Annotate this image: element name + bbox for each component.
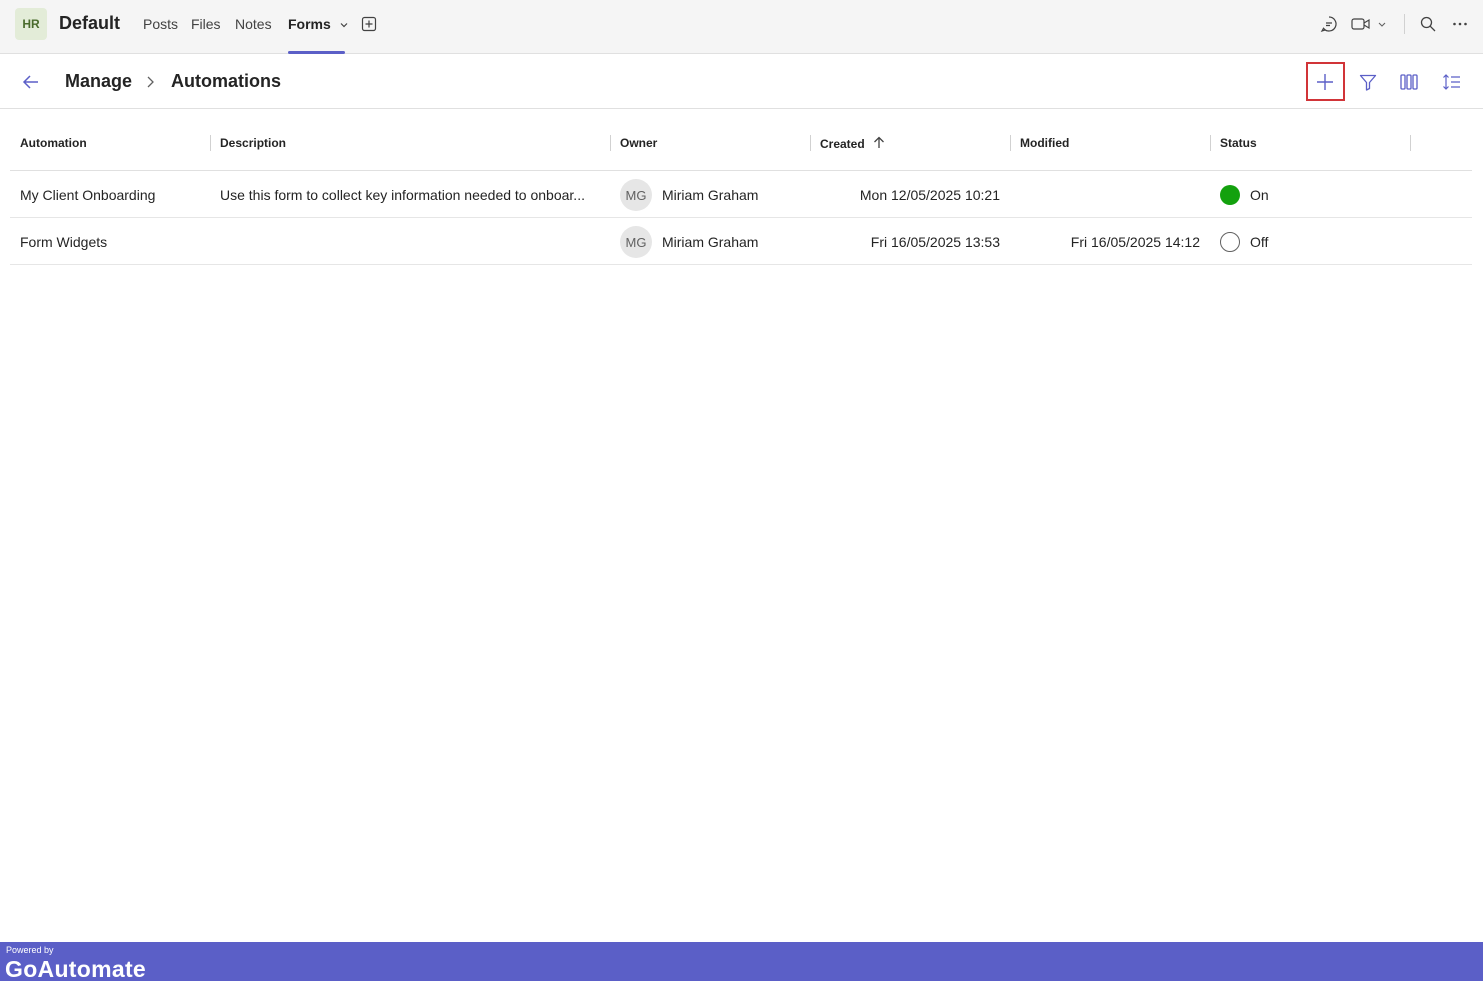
table-row[interactable]: Form Widgets MG Miriam Graham Fri 16/05/… [10, 218, 1472, 265]
tab-posts[interactable]: Posts [143, 16, 178, 54]
automations-table: Automation Description Owner Created Mod… [10, 118, 1472, 265]
table-header: Automation Description Owner Created Mod… [10, 118, 1472, 171]
filter-icon[interactable] [1356, 70, 1380, 94]
avatar: MG [620, 179, 652, 211]
video-call-icon[interactable] [1350, 14, 1390, 34]
owner-name: Miriam Graham [662, 234, 759, 250]
toolbar-divider [1404, 14, 1405, 34]
breadcrumb-manage[interactable]: Manage [65, 71, 132, 92]
more-options-icon[interactable] [1450, 14, 1470, 34]
column-header-modified[interactable]: Modified [1020, 136, 1069, 150]
automation-name[interactable]: Form Widgets [20, 234, 107, 250]
column-header-status[interactable]: Status [1220, 136, 1257, 150]
chevron-down-icon [340, 23, 348, 28]
add-tab-icon[interactable] [360, 15, 378, 33]
automation-name[interactable]: My Client Onboarding [20, 187, 155, 203]
goautomate-logo[interactable]: GoAutomate [5, 956, 146, 981]
column-header-owner[interactable]: Owner [620, 136, 657, 150]
sort-ascending-icon [874, 136, 884, 148]
owner-name: Miriam Graham [662, 187, 759, 203]
column-header-created-label: Created [820, 137, 865, 151]
back-arrow-icon[interactable] [20, 71, 42, 93]
column-divider[interactable] [1010, 135, 1011, 151]
powered-by-label: Powered by [6, 945, 54, 955]
active-tab-indicator [288, 51, 345, 54]
teams-top-bar: HR Default Posts Files Notes Forms [0, 0, 1483, 54]
column-header-automation[interactable]: Automation [20, 136, 87, 150]
modified-date: Fri 16/05/2025 14:12 [1070, 234, 1200, 250]
status-off-indicator [1220, 232, 1240, 252]
column-header-created[interactable]: Created [820, 136, 885, 151]
created-date: Mon 12/05/2025 10:21 [859, 187, 1000, 203]
add-icon[interactable] [1312, 69, 1338, 95]
tab-forms-label: Forms [288, 16, 331, 32]
column-divider[interactable] [1410, 135, 1411, 151]
avatar: MG [620, 226, 652, 258]
page-title: Automations [171, 71, 281, 91]
tab-files[interactable]: Files [191, 16, 221, 54]
columns-icon[interactable] [1397, 70, 1421, 94]
team-avatar[interactable]: HR [15, 8, 47, 40]
automation-description: Use this form to collect key information… [220, 187, 585, 203]
column-divider[interactable] [1210, 135, 1211, 151]
column-divider[interactable] [810, 135, 811, 151]
footer-banner: Powered by GoAutomate [0, 942, 1483, 981]
status-label: Off [1250, 234, 1269, 250]
status-label: On [1250, 187, 1269, 203]
chat-icon[interactable] [1319, 14, 1339, 34]
table-row[interactable]: My Client Onboarding Use this form to co… [10, 171, 1472, 218]
team-name[interactable]: Default [59, 13, 120, 34]
column-divider[interactable] [210, 135, 211, 151]
column-divider[interactable] [610, 135, 611, 151]
created-date: Fri 16/05/2025 13:53 [870, 234, 1000, 250]
sort-icon[interactable] [1440, 70, 1464, 94]
page-header: Manage Automations [0, 55, 1483, 109]
tab-forms[interactable]: Forms [288, 16, 349, 54]
status-on-indicator [1220, 185, 1240, 205]
chevron-right-icon [144, 74, 158, 90]
tab-notes[interactable]: Notes [235, 16, 272, 54]
column-header-description[interactable]: Description [220, 136, 286, 150]
search-icon[interactable] [1418, 14, 1438, 34]
